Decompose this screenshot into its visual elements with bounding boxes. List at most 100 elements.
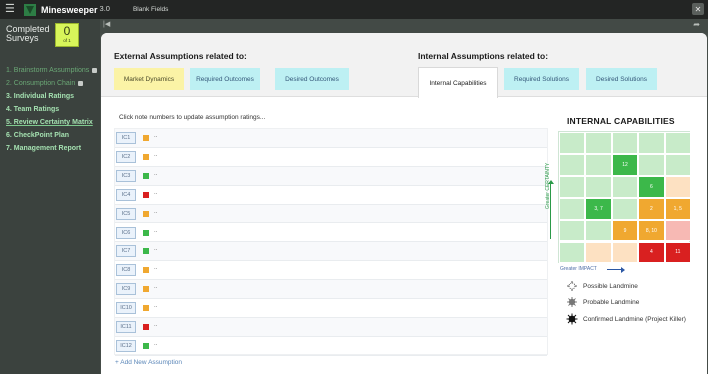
assumption-text: .. bbox=[154, 265, 158, 272]
note-number-button[interactable]: IC8 bbox=[116, 264, 136, 277]
assumption-text: .. bbox=[154, 340, 158, 347]
completed-surveys-label: Completed Surveys bbox=[6, 24, 50, 43]
matrix-cell[interactable] bbox=[664, 219, 691, 242]
document-name[interactable]: Blank Fields bbox=[133, 6, 168, 13]
matrix-cell[interactable] bbox=[585, 241, 612, 264]
list-item: IC1.. bbox=[115, 129, 547, 148]
note-number-button[interactable]: IC12 bbox=[116, 339, 136, 352]
step-management-report[interactable]: 7. Management Report bbox=[6, 145, 98, 153]
list-item: IC3.. bbox=[115, 166, 547, 186]
step-individual-ratings[interactable]: 3. Individual Ratings bbox=[6, 93, 98, 101]
note-number-button[interactable]: IC5 bbox=[116, 207, 136, 220]
matrix-cell[interactable] bbox=[559, 241, 586, 264]
matrix-cell[interactable] bbox=[611, 241, 639, 264]
matrix-cell[interactable] bbox=[611, 197, 639, 220]
matrix-cell[interactable]: 9 bbox=[611, 219, 639, 242]
list-item: IC7.. bbox=[115, 242, 547, 262]
status-indicator bbox=[143, 286, 149, 293]
completed-count-note: 0 of 1 bbox=[55, 23, 79, 47]
legend-possible-label: Possible Landmine bbox=[583, 282, 638, 290]
matrix-cell[interactable] bbox=[585, 175, 612, 198]
share-icon[interactable]: ➦ bbox=[693, 20, 700, 29]
note-number-button[interactable]: IC9 bbox=[116, 283, 136, 296]
step-review-certainty-matrix[interactable]: 5. Review Certainty Matrix bbox=[6, 119, 98, 127]
matrix-cell[interactable] bbox=[585, 153, 612, 176]
assumption-text: .. bbox=[154, 133, 158, 139]
assumption-text: .. bbox=[154, 322, 158, 328]
assumption-text: .. bbox=[154, 284, 158, 291]
matrix-cell[interactable] bbox=[559, 197, 586, 220]
matrix-cell[interactable] bbox=[559, 132, 586, 154]
assumption-list: IC1.. IC2.. IC3.. IC4.. IC5.. IC6.. IC7.. IC8..… bbox=[114, 128, 548, 356]
matrix-cell[interactable]: 3, 7 bbox=[585, 197, 612, 220]
sidebar: Completed Surveys 0 of 1 1. Brainstorm A… bbox=[0, 19, 100, 374]
matrix-cell[interactable] bbox=[638, 153, 665, 176]
top-bar: ☰ Minesweeper 3.0 Blank Fields ✕ bbox=[0, 0, 708, 19]
matrix-cell[interactable]: 11 bbox=[664, 241, 691, 264]
note-number-button[interactable]: IC1 bbox=[116, 132, 136, 144]
lock-icon bbox=[78, 80, 84, 86]
possible-landmine-icon bbox=[566, 280, 578, 292]
matrix-cell[interactable]: 2 bbox=[638, 197, 665, 220]
matrix-cell[interactable]: 8, 10 bbox=[638, 219, 665, 242]
matrix-cell[interactable]: 4 bbox=[638, 241, 665, 264]
matrix-cell[interactable] bbox=[664, 132, 691, 154]
probable-landmine-icon bbox=[566, 296, 578, 308]
tab-market-dynamics[interactable]: Market Dynamics bbox=[114, 68, 184, 90]
note-number-button[interactable]: IC3 bbox=[116, 169, 136, 182]
y-axis-label: Greater CERTAINTY bbox=[545, 162, 551, 209]
status-indicator bbox=[143, 342, 149, 349]
list-item: IC6.. bbox=[115, 224, 547, 243]
note-number-button[interactable]: IC10 bbox=[116, 302, 136, 315]
note-number-button[interactable]: IC6 bbox=[116, 226, 136, 239]
status-indicator bbox=[143, 229, 149, 236]
note-number-button[interactable]: IC7 bbox=[116, 245, 136, 258]
assumption-text: .. bbox=[154, 151, 158, 158]
status-indicator bbox=[143, 248, 149, 255]
tab-desired-solutions[interactable]: Desired Solutions bbox=[586, 68, 657, 90]
tab-internal-capabilities[interactable]: Internal Capabilities bbox=[418, 67, 498, 98]
matrix-cell[interactable] bbox=[559, 153, 586, 176]
matrix-cell[interactable]: 1, 5 bbox=[664, 197, 691, 220]
matrix-cell[interactable] bbox=[585, 219, 612, 242]
assumption-text: .. bbox=[154, 189, 158, 196]
matrix-cell[interactable] bbox=[559, 175, 586, 198]
list-item: IC12.. bbox=[115, 337, 547, 356]
matrix-cell[interactable] bbox=[664, 153, 691, 176]
window-control-icon[interactable]: ✕ bbox=[692, 3, 704, 15]
legend-probable-label: Probable Landmine bbox=[583, 298, 640, 306]
matrix-cell[interactable]: 12 bbox=[611, 153, 639, 176]
matrix-cell[interactable]: 6 bbox=[638, 175, 665, 198]
category-band: External Assumptions related to: Market … bbox=[101, 33, 707, 98]
status-indicator bbox=[143, 135, 149, 141]
tab-required-solutions[interactable]: Required Solutions bbox=[504, 68, 579, 90]
matrix-cell[interactable] bbox=[638, 132, 665, 154]
matrix-cell[interactable] bbox=[664, 175, 691, 198]
menu-icon[interactable]: ☰ bbox=[5, 0, 21, 19]
step-brainstorm[interactable]: 1. Brainstorm Assumptions bbox=[6, 67, 98, 75]
matrix-cell[interactable] bbox=[585, 132, 612, 154]
add-assumption-link[interactable]: + Add New Assumption bbox=[115, 359, 182, 366]
matrix-cell[interactable] bbox=[611, 175, 639, 198]
matrix-cell[interactable] bbox=[559, 219, 586, 242]
legend-possible: Possible Landmine bbox=[566, 280, 638, 292]
completed-of: of 1 bbox=[63, 38, 71, 43]
list-item: IC9.. bbox=[115, 280, 547, 300]
collapse-sidebar-icon[interactable]: |◀ bbox=[103, 20, 110, 28]
matrix-cell[interactable] bbox=[611, 132, 639, 154]
note-number-button[interactable]: IC2 bbox=[116, 150, 136, 163]
x-axis-label: Greater IMPACT bbox=[560, 266, 597, 272]
step-checkpoint-plan[interactable]: 6. CheckPoint Plan bbox=[6, 132, 98, 140]
tab-desired-outcomes[interactable]: Desired Outcomes bbox=[275, 68, 349, 90]
note-number-button[interactable]: IC11 bbox=[116, 321, 136, 333]
assumption-text: .. bbox=[154, 208, 158, 215]
legend-confirmed: Confirmed Landmine (Project Killer) bbox=[566, 313, 686, 325]
lock-icon bbox=[92, 67, 98, 73]
tab-required-outcomes[interactable]: Required Outcomes bbox=[190, 68, 260, 90]
step-consumption-chain[interactable]: 2. Consumption Chain bbox=[6, 80, 98, 88]
status-indicator bbox=[143, 172, 149, 179]
note-number-button[interactable]: IC4 bbox=[116, 188, 136, 201]
assumption-text: .. bbox=[154, 246, 158, 253]
instruction-text: Click note numbers to update assumption … bbox=[119, 114, 266, 121]
step-team-ratings[interactable]: 4. Team Ratings bbox=[6, 106, 98, 114]
